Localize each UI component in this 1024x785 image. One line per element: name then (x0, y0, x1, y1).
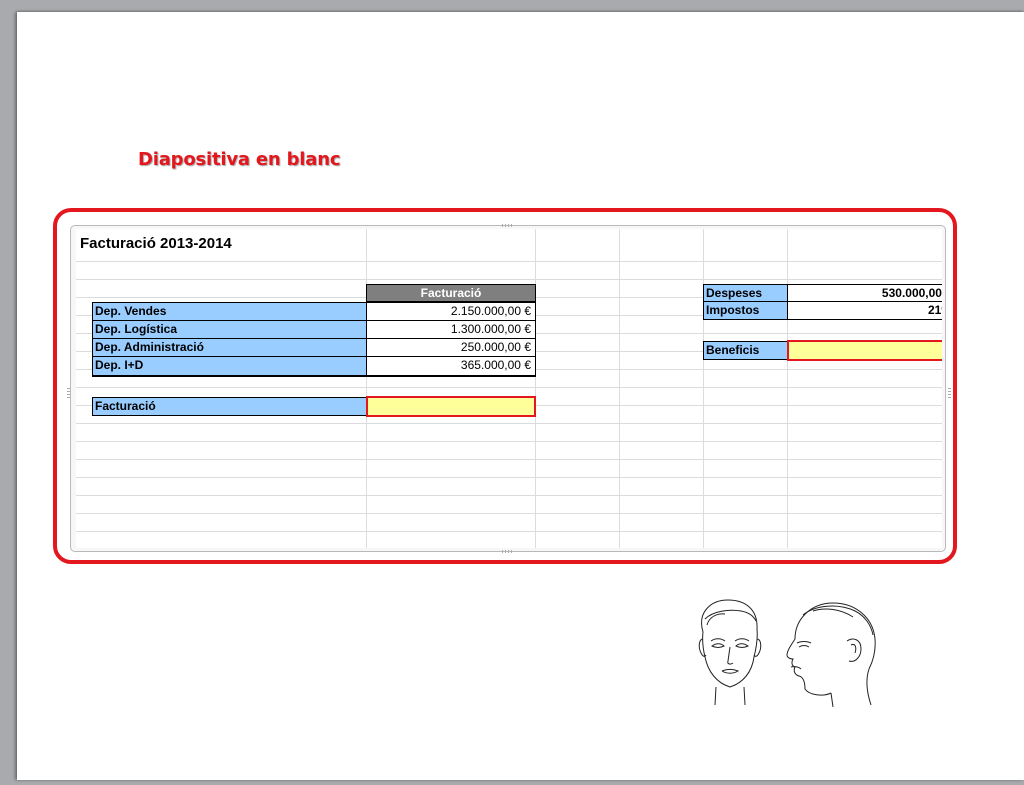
expenses-label[interactable]: Despeses (703, 284, 788, 302)
faces-illustration[interactable] (683, 597, 883, 709)
resize-handle-bottom[interactable] (502, 550, 514, 553)
dept-value-logistica[interactable]: 1.300.000,00 € (366, 320, 536, 339)
dept-value-administracio[interactable]: 250.000,00 € (366, 338, 536, 357)
sheet-grid[interactable]: Facturació 2013-2014 Facturació Dep. Ven… (76, 229, 942, 548)
dept-label-id[interactable]: Dep. I+D (92, 356, 367, 377)
grid-line (76, 531, 942, 532)
profit-value-cell[interactable] (787, 340, 942, 361)
resize-handle-top[interactable] (502, 224, 514, 227)
face-front-illustration (698, 599, 762, 706)
dept-label-vendes[interactable]: Dep. Vendes (92, 302, 367, 321)
dept-label-administracio[interactable]: Dep. Administració (92, 338, 367, 357)
grid-line (76, 441, 942, 442)
resize-handle-right[interactable] (948, 386, 951, 398)
grid-line (76, 513, 942, 514)
taxes-value[interactable]: 21% (787, 301, 942, 320)
grid-line (76, 261, 942, 262)
grid-line (366, 229, 367, 548)
grid-line (619, 229, 620, 548)
profit-label[interactable]: Beneficis (703, 341, 788, 360)
total-value-cell[interactable] (366, 396, 536, 417)
embedded-spreadsheet[interactable]: Facturació 2013-2014 Facturació Dep. Ven… (67, 224, 951, 553)
total-label[interactable]: Facturació (92, 397, 367, 416)
grid-line (703, 229, 704, 548)
resize-handle-left[interactable] (67, 386, 70, 398)
grid-line (76, 477, 942, 478)
grid-line (76, 495, 942, 496)
sheet-title[interactable]: Facturació 2013-2014 (80, 235, 232, 252)
dept-value-id[interactable]: 365.000,00 € (366, 356, 536, 377)
grid-line (76, 459, 942, 460)
face-profile-illustration (786, 602, 876, 708)
grid-line (535, 229, 536, 548)
dept-label-logistica[interactable]: Dep. Logística (92, 320, 367, 339)
facturacio-header[interactable]: Facturació (366, 284, 536, 302)
dept-value-vendes[interactable]: 2.150.000,00 € (366, 302, 536, 321)
slide-title: Diapositiva en blanc (138, 149, 341, 170)
grid-line (787, 229, 788, 548)
grid-line (76, 423, 942, 424)
taxes-label[interactable]: Impostos (703, 301, 788, 320)
expenses-value[interactable]: 530.000,00 € (787, 284, 942, 302)
grid-line (76, 279, 942, 280)
grid-line (76, 387, 942, 388)
